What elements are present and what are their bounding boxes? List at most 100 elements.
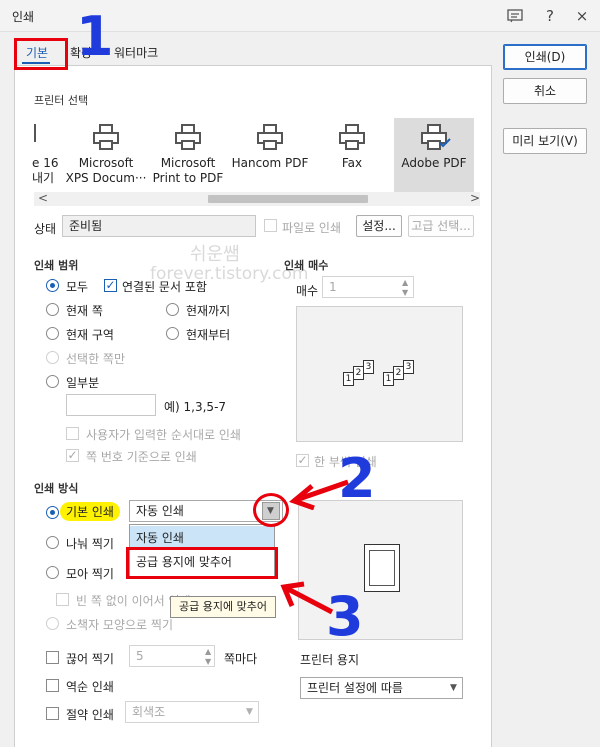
printer-line2: XPS Docum··· xyxy=(65,171,147,185)
sheet-page: 3 xyxy=(403,360,414,374)
booklet-label: 소책자 모양으로 찍기 xyxy=(66,618,173,632)
printer-item-print-to-pdf[interactable]: Microsoft Print to PDF xyxy=(145,118,231,192)
annotation-number-1: 1 xyxy=(76,5,114,68)
range-current-page-label: 현재 쪽 xyxy=(66,304,103,318)
printer-item-fax[interactable]: Fax xyxy=(309,118,395,192)
partial-range-input[interactable] xyxy=(66,394,156,416)
print-method-label: 인쇄 방식 xyxy=(34,482,79,495)
spin-down-icon[interactable]: ▼ xyxy=(205,657,211,666)
printer-item-partial[interactable]: e 16 내기 xyxy=(24,118,64,192)
printer-line2: Print to PDF xyxy=(152,171,224,185)
page-number-checkbox[interactable]: ✓ xyxy=(66,449,79,462)
printer-icon xyxy=(173,124,203,152)
basic-print-radio[interactable] xyxy=(46,506,59,519)
scroll-right-icon[interactable]: > xyxy=(470,191,480,205)
settings-button[interactable]: 설정... xyxy=(356,215,402,237)
range-until-current-radio[interactable] xyxy=(166,303,179,316)
annotation-number-2: 2 xyxy=(338,447,376,510)
close-icon[interactable]: × xyxy=(572,6,592,26)
printer-line1: Microsoft xyxy=(78,156,134,170)
collate-checkbox[interactable]: ✓ xyxy=(296,454,309,467)
annotation-number-3: 3 xyxy=(326,585,364,648)
window-title: 인쇄 xyxy=(12,10,35,24)
range-until-current-label: 현재까지 xyxy=(186,304,231,318)
preview-button[interactable]: 미리 보기(V) xyxy=(503,128,587,154)
printer-icon xyxy=(419,124,451,152)
print-range-label: 인쇄 범위 xyxy=(34,259,79,272)
printer-line1: Hancom PDF xyxy=(231,156,309,170)
chevron-down-icon: ▼ xyxy=(450,683,457,693)
tab-watermark[interactable]: 워터마크 xyxy=(114,44,158,61)
status-value: 준비됨 xyxy=(62,215,256,237)
printer-paper-label: 프린터 용지 xyxy=(300,653,360,667)
per-page-label: 쪽마다 xyxy=(224,652,258,666)
spin-down-icon[interactable]: ▼ xyxy=(402,288,408,297)
help-icon[interactable]: ? xyxy=(540,6,560,26)
range-current-page-radio[interactable] xyxy=(46,303,59,316)
printer-paper-dropdown[interactable]: 프린터 설정에 따름 xyxy=(300,677,463,699)
printer-item-adobe-pdf[interactable]: Adobe PDF xyxy=(394,118,474,192)
save-ink-checkbox[interactable] xyxy=(46,707,59,720)
spin-up-icon[interactable]: ▲ xyxy=(205,647,211,656)
range-partial-radio[interactable] xyxy=(46,375,59,388)
printer-scrollbar-thumb[interactable] xyxy=(208,195,368,203)
preview-page-margin xyxy=(369,550,395,586)
linked-docs-label: 연결된 문서 포함 xyxy=(122,280,207,294)
printer-item-xps[interactable]: Microsoft XPS Docum··· xyxy=(63,118,149,192)
gather-print-label: 모아 찍기 xyxy=(66,567,114,581)
split-print-radio[interactable] xyxy=(46,536,59,549)
save-ink-label: 절약 인쇄 xyxy=(66,708,114,722)
advanced-button[interactable]: 고급 선택... xyxy=(408,215,474,237)
range-selected-label: 선택한 쪽만 xyxy=(66,352,126,366)
cancel-button[interactable]: 취소 xyxy=(503,78,587,104)
range-from-current-label: 현재부터 xyxy=(186,328,231,342)
printer-line1: Microsoft xyxy=(160,156,216,170)
status-label: 상태 xyxy=(34,222,57,236)
copies-count-label: 매수 xyxy=(296,284,319,298)
annotation-box-option xyxy=(126,547,278,579)
range-all-radio[interactable] xyxy=(46,279,59,292)
printer-select-label: 프린터 선택 xyxy=(34,94,89,107)
reverse-print-label: 역순 인쇄 xyxy=(66,680,114,694)
annotation-circle-dropdown xyxy=(253,493,289,527)
printer-item-hancom-pdf[interactable]: Hancom PDF xyxy=(227,118,313,192)
range-selected-radio[interactable] xyxy=(46,351,59,364)
range-current-section-label: 현재 구역 xyxy=(66,328,114,342)
range-all-label: 모두 xyxy=(66,280,89,294)
spin-up-icon[interactable]: ▲ xyxy=(402,278,408,287)
check-icon: ✓ xyxy=(67,448,78,462)
print-button[interactable]: 인쇄(D) xyxy=(503,44,587,70)
file-print-label: 파일로 인쇄 xyxy=(282,221,342,235)
gather-print-radio[interactable] xyxy=(46,566,59,579)
check-icon: ✓ xyxy=(297,453,308,467)
watermark-line1: 쉬운쌤 xyxy=(190,244,240,265)
range-partial-label: 일부분 xyxy=(66,376,100,390)
range-current-section-radio[interactable] xyxy=(46,327,59,340)
cut-print-label: 끊어 찍기 xyxy=(66,652,114,666)
reverse-print-checkbox[interactable] xyxy=(46,679,59,692)
cut-print-checkbox[interactable] xyxy=(46,651,59,664)
printer-icon xyxy=(255,124,285,152)
cut-print-input[interactable]: 5 xyxy=(129,645,215,667)
copies-count-input[interactable]: 1 xyxy=(322,276,414,298)
continuous-checkbox[interactable] xyxy=(56,593,69,606)
user-order-label: 사용자가 입력한 순서대로 인쇄 xyxy=(86,428,241,442)
file-print-checkbox[interactable] xyxy=(264,219,277,232)
printer-line1: Fax xyxy=(341,156,363,170)
tooltip: 공급 용지에 맞추어 xyxy=(170,596,276,618)
printer-icon xyxy=(91,124,121,152)
basic-print-label: 기본 인쇄 xyxy=(60,502,120,521)
linked-docs-checkbox[interactable]: ✓ xyxy=(104,279,117,292)
chevron-down-icon: ▼ xyxy=(246,707,253,717)
scroll-left-icon[interactable]: < xyxy=(38,191,48,205)
sheet-page: 3 xyxy=(363,360,374,374)
form-icon[interactable] xyxy=(505,6,525,26)
range-from-current-radio[interactable] xyxy=(166,327,179,340)
copies-preview xyxy=(296,306,463,442)
copies-label: 인쇄 매수 xyxy=(284,259,329,272)
page-number-label: 쪽 번호 기준으로 인쇄 xyxy=(86,450,197,464)
user-order-checkbox[interactable] xyxy=(66,427,79,440)
booklet-radio[interactable] xyxy=(46,617,59,630)
save-ink-dropdown[interactable]: 회색조 xyxy=(125,701,259,723)
check-icon: ✓ xyxy=(105,278,116,292)
